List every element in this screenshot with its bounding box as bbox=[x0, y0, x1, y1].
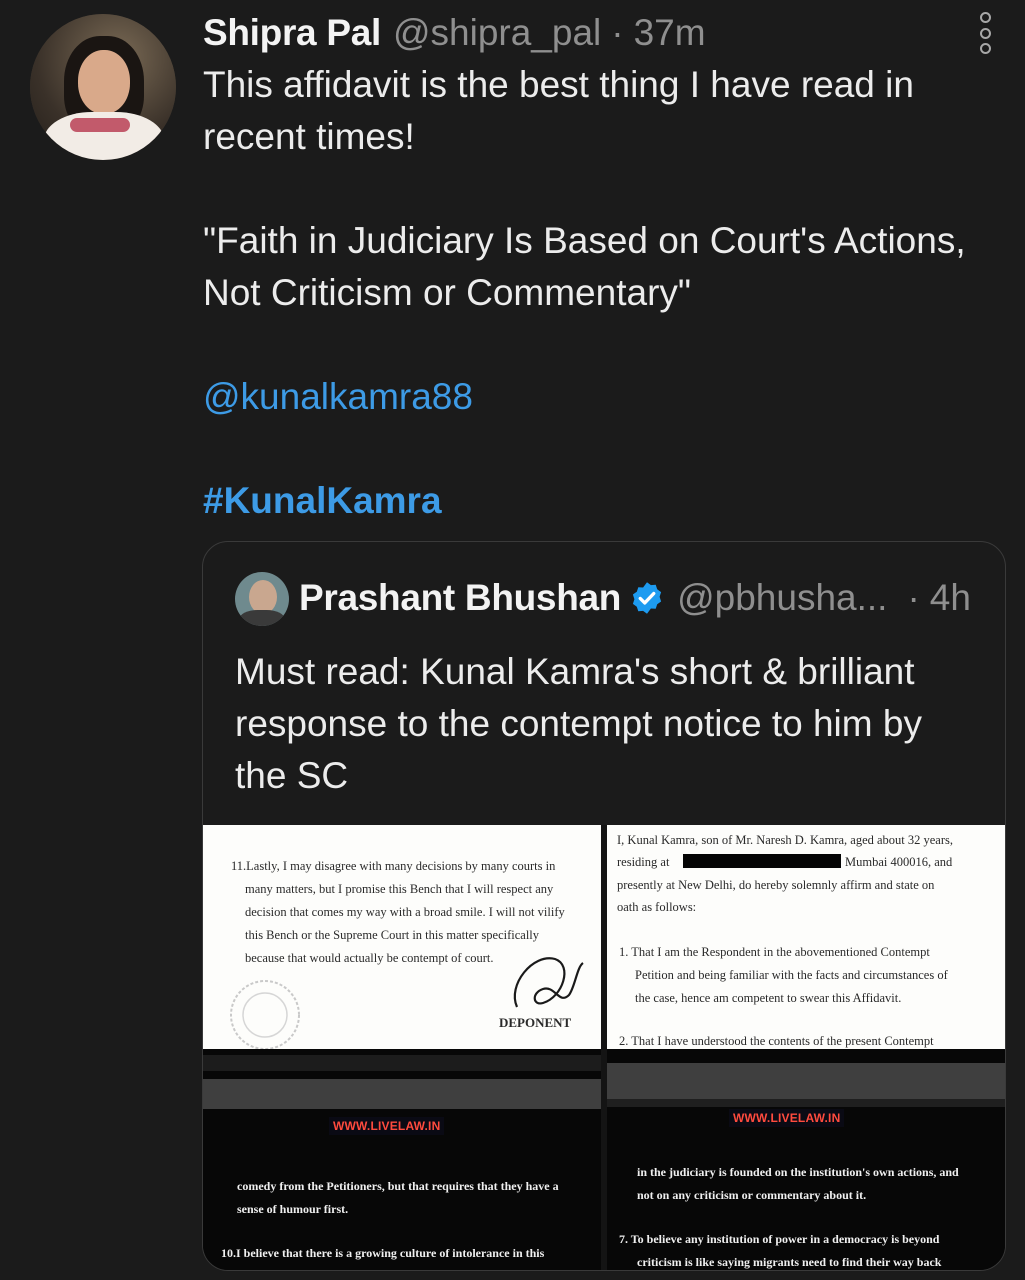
deponent-label: DEPONENT bbox=[499, 1015, 572, 1030]
redaction-bar bbox=[683, 854, 841, 868]
doc-line: 11.Lastly, I may disagree with many deci… bbox=[231, 859, 556, 873]
image-grid: 11.Lastly, I may disagree with many deci… bbox=[203, 825, 1005, 1270]
doc-line: not on any criticism or commentary about… bbox=[637, 1188, 867, 1202]
tweet-text-line-2: recent times! bbox=[203, 116, 415, 157]
doc-line: presently at New Delhi, do hereby solemn… bbox=[617, 878, 935, 892]
quoted-tweet-timestamp[interactable]: 4h bbox=[930, 577, 971, 619]
hashtag-link[interactable]: #KunalKamra bbox=[203, 475, 442, 527]
livelaw-banner: WWW.LIVELAW.IN bbox=[329, 1117, 445, 1135]
quoted-text-line-3: the SC bbox=[235, 755, 349, 796]
doc-line: 2. That I have understood the contents o… bbox=[619, 1034, 934, 1048]
doc-line: this Bench or the Supreme Court in this … bbox=[245, 928, 540, 942]
doc-line: criticism is like saying migrants need t… bbox=[637, 1255, 942, 1269]
tweet[interactable]: Shipra Pal @shipra_pal · 37m This affida… bbox=[0, 0, 1025, 1280]
quoted-author-handle[interactable]: @pbhusha... bbox=[677, 577, 887, 619]
mention-link[interactable]: @kunalkamra88 bbox=[203, 371, 473, 423]
doc-line: I, Kunal Kamra, son of Mr. Naresh D. Kam… bbox=[617, 833, 954, 847]
quoted-text-line-1: Must read: Kunal Kamra's short & brillia… bbox=[235, 651, 915, 692]
doc-line: Petition and being familiar with the fac… bbox=[635, 968, 948, 982]
affidavit-image-2[interactable]: I, Kunal Kamra, son of Mr. Naresh D. Kam… bbox=[607, 825, 1005, 1049]
doc-line: residing at bbox=[617, 855, 670, 869]
author-avatar[interactable] bbox=[30, 14, 176, 160]
tweet-text-line-3: "Faith in Judiciary Is Based on Court's … bbox=[203, 220, 966, 261]
doc-line: the case, hence am competent to swear th… bbox=[635, 991, 902, 1005]
video-frame-image-2[interactable]: WWW.LIVELAW.IN in the judiciary is found… bbox=[607, 1049, 1005, 1270]
quoted-author-name[interactable]: Prashant Bhushan bbox=[299, 577, 621, 619]
more-vertical-icon[interactable] bbox=[972, 12, 998, 54]
tweet-timestamp[interactable]: 37m bbox=[634, 12, 706, 54]
doc-line: comedy from the Petitioners, but that re… bbox=[237, 1179, 559, 1193]
doc-line: decision that comes my way with a broad … bbox=[245, 905, 565, 919]
signature-icon bbox=[513, 957, 584, 1008]
quoted-tweet[interactable]: Prashant Bhushan @pbhusha... · 4h Must r… bbox=[202, 541, 1006, 1271]
verified-badge-icon bbox=[632, 582, 662, 614]
separator-dot: · bbox=[611, 12, 624, 53]
video-frame-image-1[interactable]: WWW.LIVELAW.IN comedy from the Petitione… bbox=[203, 1049, 601, 1270]
quoted-tweet-header: Prashant Bhushan @pbhusha... · 4h bbox=[299, 574, 971, 622]
author-handle[interactable]: @shipra_pal bbox=[393, 12, 601, 54]
doc-line: because that would actually be contempt … bbox=[245, 951, 494, 965]
quoted-text-line-2: response to the contempt notice to him b… bbox=[235, 703, 922, 744]
court-seal-icon bbox=[230, 980, 300, 1049]
doc-line: 1. That I am the Respondent in the above… bbox=[619, 945, 930, 959]
doc-line: sense of humour first. bbox=[237, 1202, 349, 1216]
tweet-header: Shipra Pal @shipra_pal · 37m bbox=[203, 12, 706, 58]
livelaw-banner: WWW.LIVELAW.IN bbox=[729, 1109, 845, 1127]
author-name[interactable]: Shipra Pal bbox=[203, 12, 381, 54]
doc-line: 10.I believe that there is a growing cul… bbox=[221, 1246, 545, 1260]
tweet-text-line-1: This affidavit is the best thing I have … bbox=[203, 64, 914, 105]
quoted-separator-dot: · bbox=[907, 577, 920, 618]
tweet-text-line-4: Not Criticism or Commentary" bbox=[203, 272, 692, 313]
doc-line: many matters, but I promise this Bench t… bbox=[245, 882, 554, 896]
doc-line: Mumbai 400016, and bbox=[845, 855, 953, 869]
doc-line: in the judiciary is founded on the insti… bbox=[637, 1165, 959, 1179]
doc-line: 7. To believe any institution of power i… bbox=[619, 1232, 940, 1246]
doc-line: oath as follows: bbox=[617, 900, 697, 914]
quoted-author-avatar[interactable] bbox=[235, 572, 289, 626]
affidavit-image-1[interactable]: 11.Lastly, I may disagree with many deci… bbox=[203, 825, 601, 1049]
